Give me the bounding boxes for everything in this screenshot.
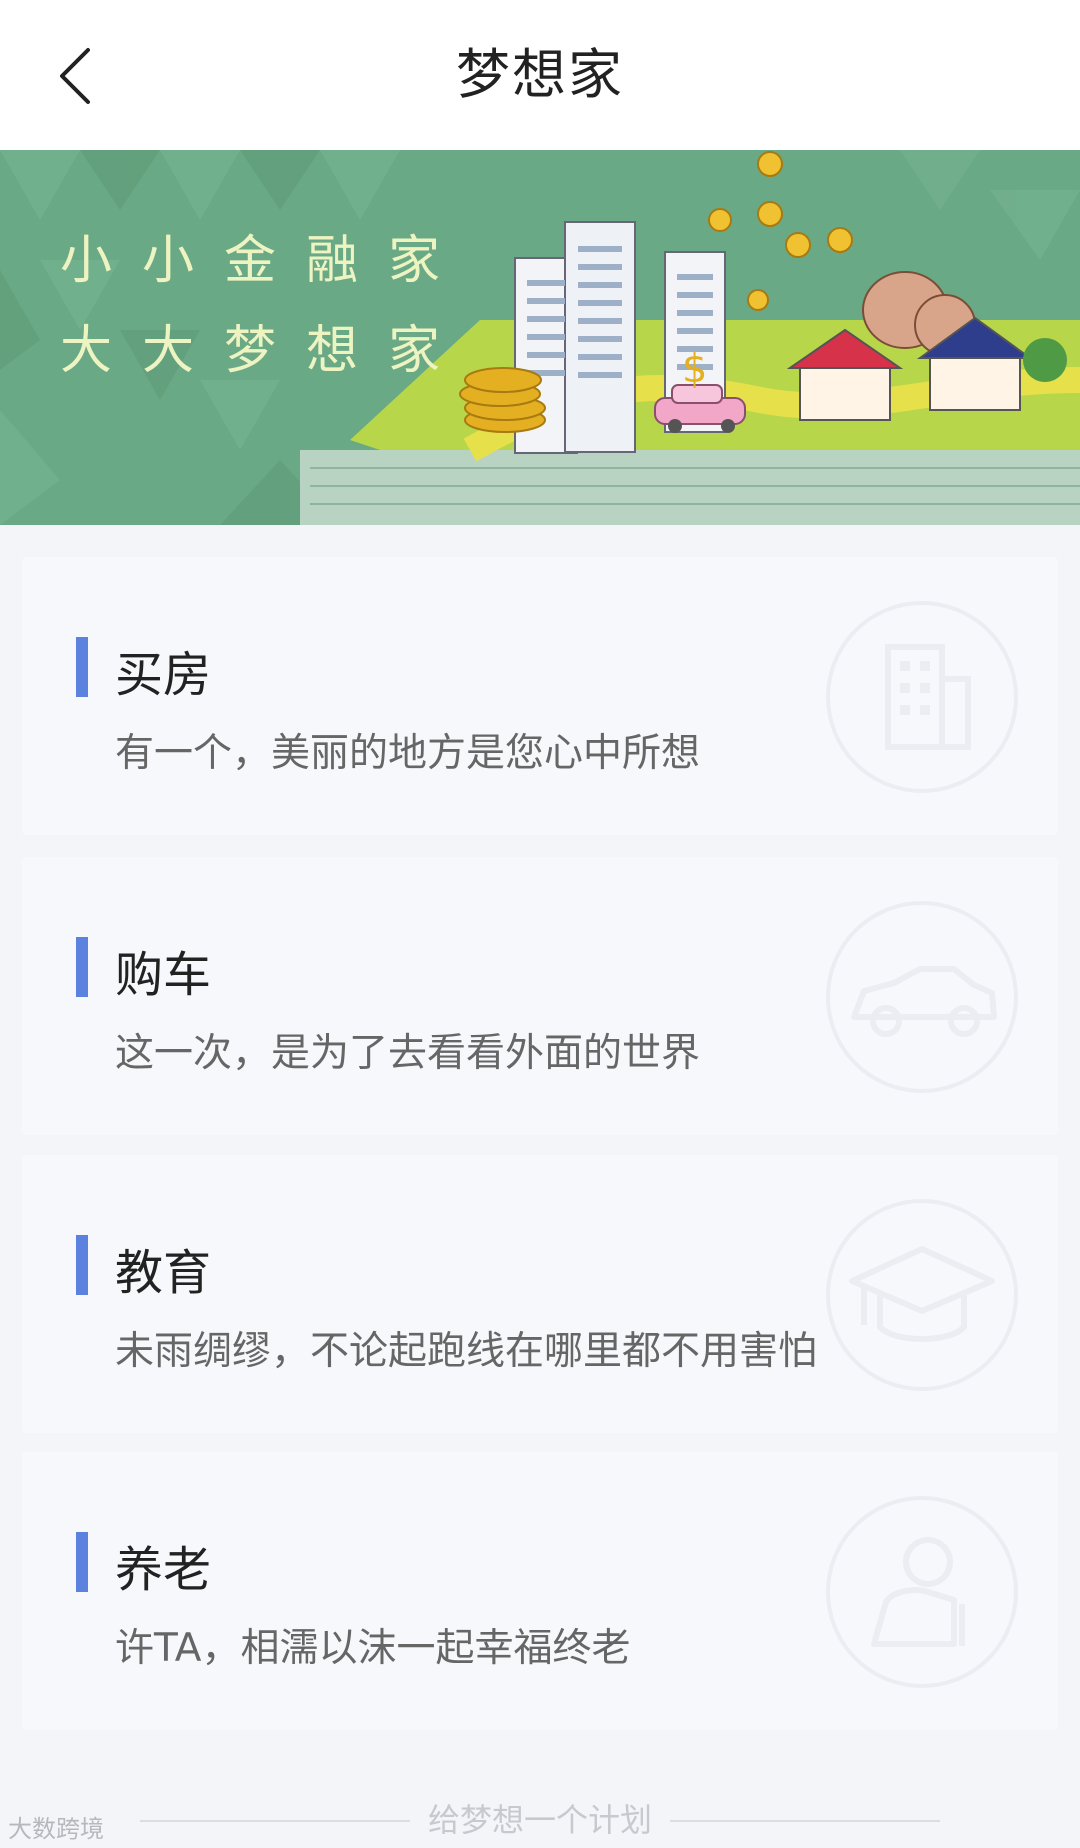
dream-card-car[interactable]: 购车 这一次，是为了去看看外面的世界 <box>22 857 1058 1135</box>
banner-slogan-line2: 大大梦想家 <box>60 321 471 381</box>
footer-line-right <box>670 1820 940 1822</box>
banner-slogan-line1: 小小金融家 <box>60 231 471 291</box>
page: 梦想家 $ 小小金融家 大大梦想家 买房 有一个，美丽的地方是您心中所想 购车 … <box>0 0 1080 1848</box>
card-subtitle: 有一个，美丽的地方是您心中所想 <box>115 731 701 776</box>
card-subtitle: 未雨绸缪，不论起跑线在哪里都不用害怕 <box>115 1329 818 1374</box>
elder-person-icon <box>826 1496 1018 1688</box>
header-bar: 梦想家 <box>0 0 1080 150</box>
card-title: 购车 <box>115 947 212 1003</box>
svg-text:$: $ <box>682 346 707 392</box>
card-accent-bar <box>76 1532 88 1592</box>
card-title: 养老 <box>115 1542 212 1598</box>
chevron-left-icon <box>60 48 90 104</box>
back-button[interactable] <box>40 36 120 116</box>
footer-tagline: 给梦想一个计划 <box>427 1801 652 1839</box>
card-accent-bar <box>76 937 88 997</box>
card-title: 教育 <box>115 1245 212 1301</box>
card-title: 买房 <box>115 647 212 703</box>
card-accent-bar <box>76 1235 88 1295</box>
page-title: 梦想家 <box>456 43 624 106</box>
car-icon <box>826 901 1018 1093</box>
dream-card-retirement[interactable]: 养老 许TA，相濡以沫一起幸福终老 <box>22 1452 1058 1730</box>
graduation-cap-icon <box>826 1199 1018 1391</box>
dream-card-education[interactable]: 教育 未雨绸缪，不论起跑线在哪里都不用害怕 <box>22 1155 1058 1433</box>
card-accent-bar <box>76 637 88 697</box>
building-icon <box>826 601 1018 793</box>
footer-divider: 给梦想一个计划 <box>0 1792 1080 1848</box>
card-subtitle: 这一次，是为了去看看外面的世界 <box>115 1031 701 1076</box>
card-subtitle: 许TA，相濡以沫一起幸福终老 <box>115 1626 631 1671</box>
footer-line-left <box>140 1820 410 1822</box>
hero-banner[interactable]: $ 小小金融家 大大梦想家 <box>0 150 1080 525</box>
watermark-text: 大数跨境 <box>8 1815 104 1843</box>
dream-card-house[interactable]: 买房 有一个，美丽的地方是您心中所想 <box>22 557 1058 835</box>
